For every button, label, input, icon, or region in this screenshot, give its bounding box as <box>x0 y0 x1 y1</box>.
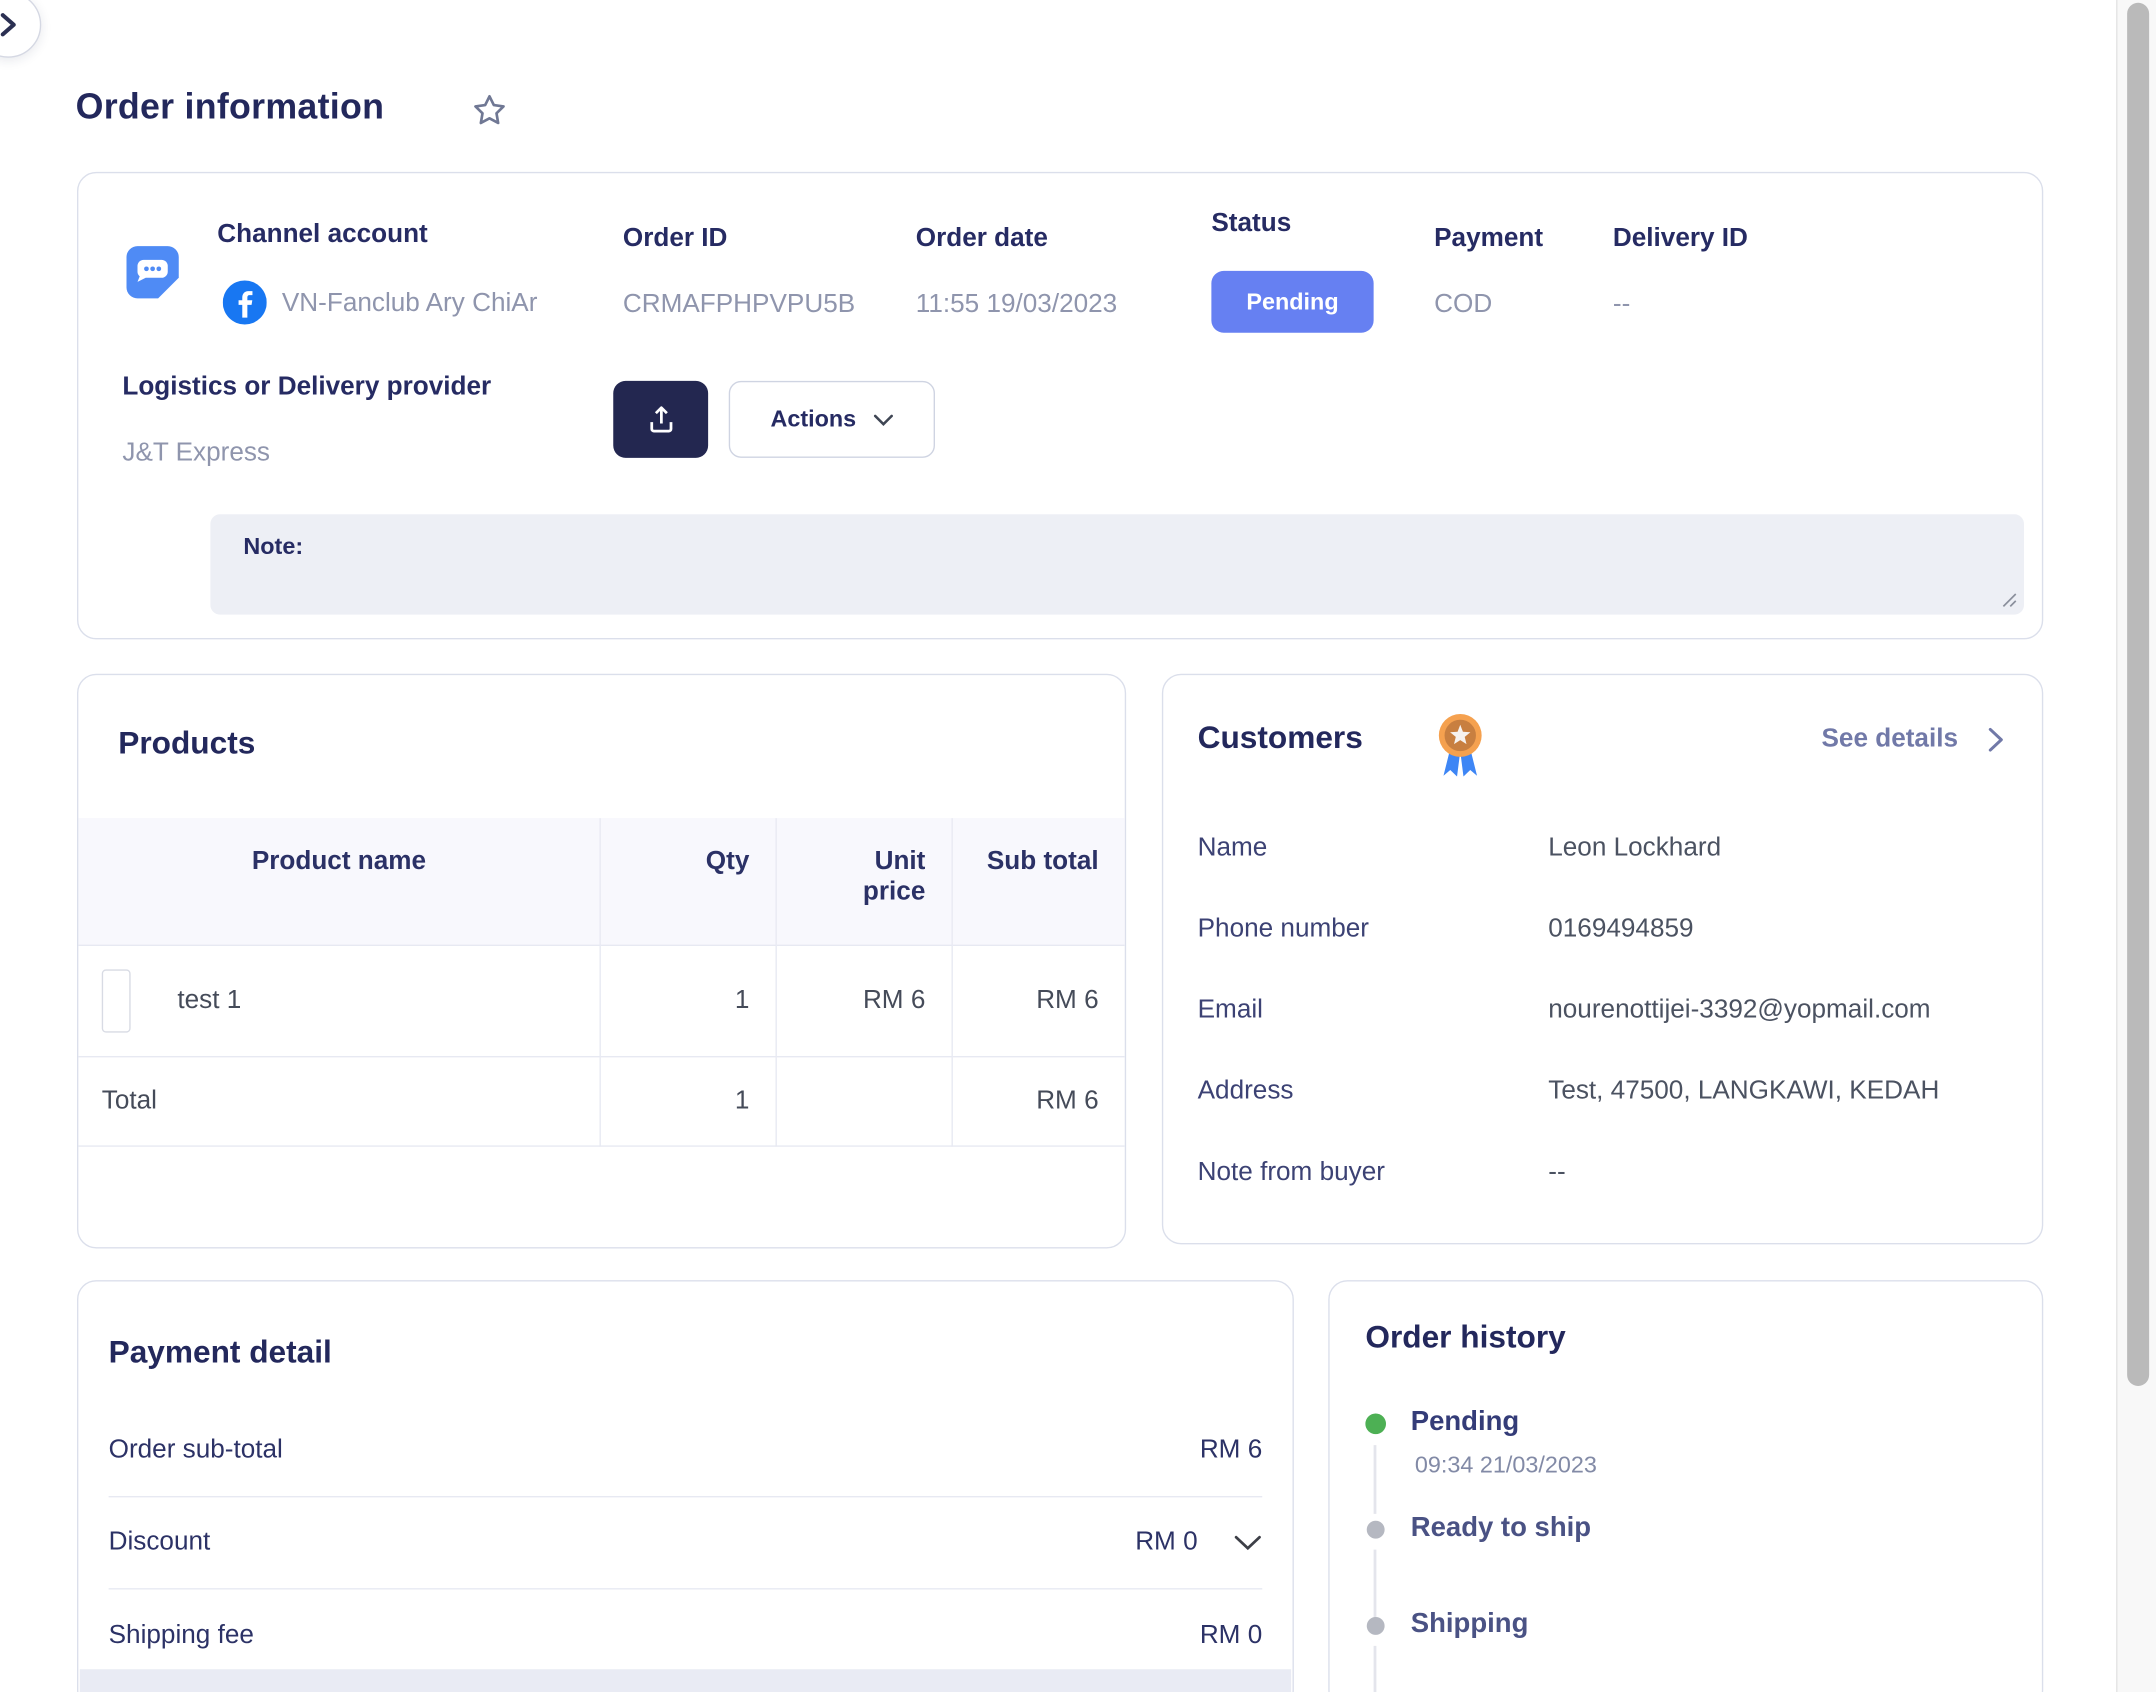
products-total-label: Total <box>78 1057 601 1146</box>
payment-row-discount: Discount RM 0 <box>109 1497 1263 1589</box>
logistics-label: Logistics or Delivery provider <box>122 373 491 403</box>
order-history-title: Order history <box>1365 1319 1565 1356</box>
history-event-shipping: Shipping <box>1411 1609 1529 1641</box>
order-detail-page: Order information Channel account VN-Fan… <box>0 0 2156 1692</box>
facebook-icon <box>223 281 267 325</box>
customer-name-value: Leon Lockhard <box>1548 833 1721 863</box>
delivery-id-value: -- <box>1613 290 1630 320</box>
shipping-fee-value: RM 0 <box>1200 1620 1262 1650</box>
note-textarea[interactable]: Note: <box>210 514 2024 614</box>
actions-button-label: Actions <box>770 406 856 434</box>
customer-field-row: Phone number 0169494859 <box>1198 914 2008 947</box>
channel-account-label: Channel account <box>217 220 427 250</box>
customer-address-value: Test, 47500, LANGKAWI, KEDAH <box>1548 1077 1939 1107</box>
product-image-placeholder <box>102 969 131 1032</box>
collapse-panel-button[interactable] <box>0 0 41 58</box>
chevron-right-icon <box>0 12 17 37</box>
order-id-label: Order ID <box>623 224 728 254</box>
history-dot-pending <box>1367 1617 1385 1635</box>
scrollbar-thumb[interactable] <box>2127 3 2149 1386</box>
products-card: Products Product name Qty Unit price Sub… <box>77 674 1126 1249</box>
note-label: Note: <box>243 534 303 562</box>
see-details-label: See details <box>1821 725 1958 755</box>
column-header-product-name: Product name <box>78 818 601 946</box>
column-header-qty: Qty <box>601 818 777 946</box>
history-event-pending-time: 09:34 21/03/2023 <box>1415 1452 1597 1480</box>
order-date-label: Order date <box>916 224 1048 254</box>
payment-detail-rows: Order sub-total RM 6 Discount RM 0 Shipp… <box>109 1405 1263 1681</box>
see-details-link[interactable]: See details <box>1821 725 2003 755</box>
delivery-id-label: Delivery ID <box>1613 224 1748 254</box>
upload-icon <box>644 403 677 436</box>
product-row-unit-price: RM 6 <box>777 946 953 1057</box>
customers-title: Customers <box>1198 719 1363 756</box>
order-date-value: 11:55 19/03/2023 <box>916 290 1117 320</box>
chevron-right-icon <box>1988 727 2003 752</box>
product-row-name-cell: test 1 <box>78 946 601 1057</box>
shipping-fee-label: Shipping fee <box>109 1620 254 1650</box>
history-dot-active <box>1365 1414 1386 1435</box>
status-label: Status <box>1211 209 1291 239</box>
customer-buyer-note-label: Note from buyer <box>1198 1158 1385 1188</box>
payment-total-strip <box>80 1669 1291 1692</box>
customers-card: Customers See details Name Leon Lockhard… <box>1162 674 2043 1245</box>
product-row-sub-total: RM 6 <box>953 946 1125 1057</box>
customer-field-row: Email nourenottijei-3392@yopmail.com <box>1198 996 2008 1029</box>
product-name: test 1 <box>177 986 241 1016</box>
chevron-down-icon[interactable] <box>1233 1535 1262 1552</box>
customer-field-row: Address Test, 47500, LANGKAWI, KEDAH <box>1198 1077 2008 1110</box>
customer-field-row: Name Leon Lockhard <box>1198 833 2008 866</box>
payment-label: Payment <box>1434 224 1543 254</box>
history-dot-pending <box>1367 1521 1385 1539</box>
product-row-qty: 1 <box>601 946 777 1057</box>
products-table: Product name Qty Unit price Sub total te… <box>78 818 1124 1147</box>
customer-phone-value: 0169494859 <box>1548 914 1693 944</box>
timeline-connector <box>1374 1445 1377 1514</box>
customer-name-label: Name <box>1198 833 1268 863</box>
scrollbar-track[interactable] <box>2116 0 2156 1692</box>
order-id-value: CRMAFPHPVPU5B <box>623 290 855 320</box>
star-outline-icon[interactable] <box>472 92 508 128</box>
customer-address-label: Address <box>1198 1077 1294 1107</box>
discount-value: RM 0 <box>1135 1528 1197 1558</box>
resize-handle-icon[interactable] <box>2001 591 2018 608</box>
logistics-value: J&T Express <box>122 439 270 469</box>
payment-detail-title: Payment detail <box>109 1334 332 1371</box>
chevron-down-icon <box>873 413 894 425</box>
products-title: Products <box>118 725 255 762</box>
channel-account-value: VN-Fanclub Ary ChiAr <box>282 289 538 319</box>
customer-phone-label: Phone number <box>1198 914 1369 944</box>
products-total-qty: 1 <box>601 1057 777 1146</box>
page-title: Order information <box>76 85 385 128</box>
customer-buyer-note-value: -- <box>1548 1158 1565 1188</box>
column-header-sub-total: Sub total <box>953 818 1125 946</box>
subtotal-value: RM 6 <box>1200 1436 1262 1466</box>
order-info-card: Channel account VN-Fanclub Ary ChiAr Ord… <box>77 172 2043 640</box>
history-event-pending: Pending <box>1411 1407 1519 1439</box>
products-total-unit-price-empty <box>777 1057 953 1146</box>
customer-field-row: Note from buyer -- <box>1198 1158 2008 1191</box>
payment-value: COD <box>1434 290 1492 320</box>
column-header-unit-price: Unit price <box>777 818 953 946</box>
subtotal-label: Order sub-total <box>109 1436 283 1466</box>
payment-detail-card: Payment detail Order sub-total RM 6 Disc… <box>77 1280 1294 1692</box>
payment-row-subtotal: Order sub-total RM 6 <box>109 1405 1263 1497</box>
customer-email-value: nourenottijei-3392@yopmail.com <box>1548 996 1930 1026</box>
customer-email-label: Email <box>1198 996 1263 1026</box>
discount-label: Discount <box>109 1528 211 1558</box>
products-total-sub-total: RM 6 <box>953 1057 1125 1146</box>
chat-channel-icon <box>122 242 183 303</box>
timeline-connector <box>1374 1550 1377 1619</box>
timeline-connector <box>1374 1646 1377 1692</box>
medal-icon <box>1434 712 1486 778</box>
history-event-ready-to-ship: Ready to ship <box>1411 1513 1591 1545</box>
actions-button[interactable]: Actions <box>729 381 935 458</box>
payment-row-shipping-fee: Shipping fee RM 0 <box>109 1590 1263 1682</box>
order-history-card: Order history Pending 09:34 21/03/2023 R… <box>1328 1280 2043 1692</box>
status-badge: Pending <box>1211 271 1373 333</box>
export-button[interactable] <box>613 381 708 458</box>
